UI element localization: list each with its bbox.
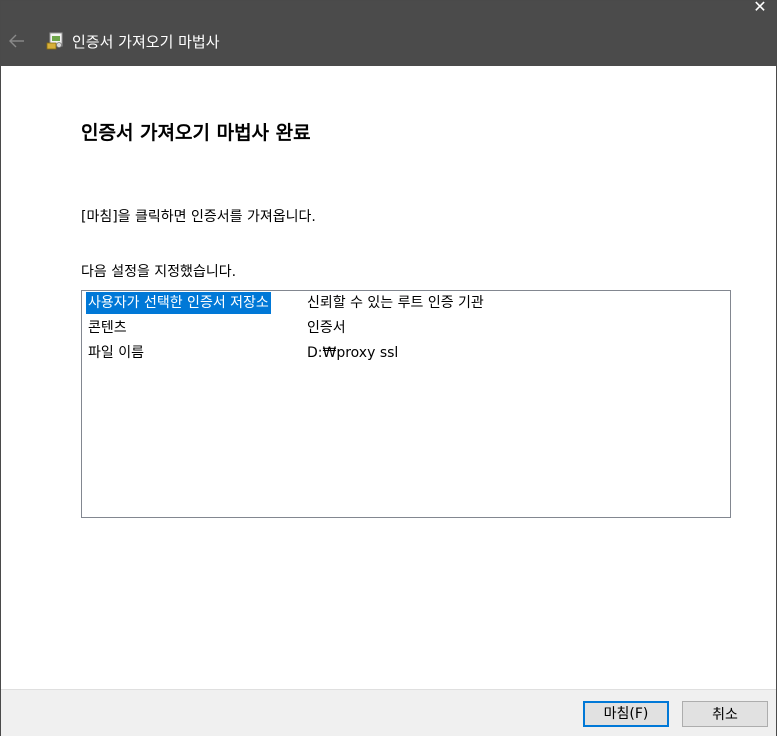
back-button[interactable] [7,31,27,51]
certificate-import-icon [45,31,65,51]
settings-list[interactable]: 사용자가 선택한 인증서 저장소 신뢰할 수 있는 루트 인증 기관 콘텐츠 인… [81,290,731,518]
list-item[interactable]: 콘텐츠 인증서 [82,316,730,341]
cancel-button[interactable]: 취소 [682,701,768,727]
wizard-window: ✕ 인증서 가져오기 마법사 인증서 가져오기 마법사 완료 [마침]을 클릭하… [0,0,777,736]
list-item[interactable]: 사용자가 선택한 인증서 저장소 신뢰할 수 있는 루트 인증 기관 [82,291,730,316]
setting-value: 인증서 [307,320,346,336]
setting-key: 콘텐츠 [88,320,127,336]
window-title: 인증서 가져오기 마법사 [72,33,220,51]
close-icon[interactable]: ✕ [744,0,776,15]
list-item[interactable]: 파일 이름 D:₩proxy ssl [82,341,730,366]
settings-label: 다음 설정을 지정했습니다. [81,264,237,280]
setting-key: 사용자가 선택한 인증서 저장소 [86,292,271,314]
setting-key: 파일 이름 [88,345,144,361]
setting-value: D:₩proxy ssl [307,345,399,361]
arrow-left-icon [9,34,24,48]
button-bar: 마침(F) 취소 [1,689,776,736]
instruction-text: [마침]을 클릭하면 인증서를 가져옵니다. [81,209,316,225]
finish-button[interactable]: 마침(F) [583,701,669,727]
page-title: 인증서 가져오기 마법사 완료 [81,122,311,144]
title-bar: ✕ 인증서 가져오기 마법사 [1,0,776,66]
setting-value: 신뢰할 수 있는 루트 인증 기관 [307,295,484,311]
